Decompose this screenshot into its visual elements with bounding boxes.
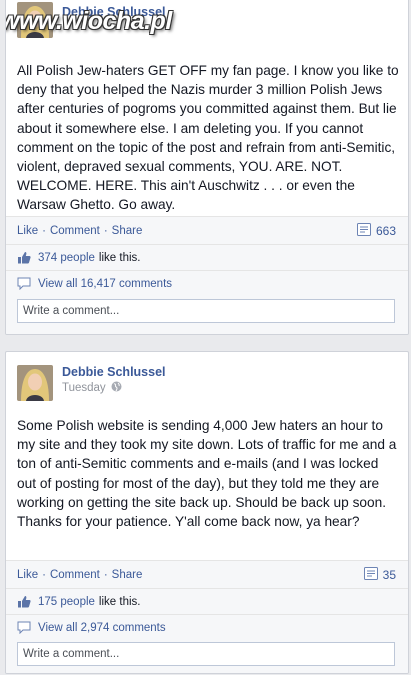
- likes-row: 374 people like this.: [6, 244, 408, 270]
- separator: ·: [42, 225, 46, 237]
- view-comments-row: View all 16,417 comments: [6, 270, 408, 296]
- comment-input[interactable]: Write a comment...: [17, 642, 395, 666]
- thumbs-up-icon: [17, 251, 33, 264]
- post-meta: Tuesday: [62, 381, 122, 395]
- separator: ·: [103, 225, 108, 237]
- thumbs-up-icon: [17, 595, 33, 608]
- post-footer: Like · Comment · Share 35 175 people lik…: [6, 560, 408, 673]
- share-icon: [363, 567, 378, 583]
- like-button[interactable]: Like: [17, 225, 38, 237]
- share-button[interactable]: Share: [112, 225, 143, 237]
- post-actions: Like · Comment · Share: [17, 225, 142, 237]
- post-author[interactable]: Debbie Schlussel: [62, 365, 166, 379]
- post-card: Debbie Schlussel Tuesday Some Polish web…: [5, 351, 409, 674]
- comment-input[interactable]: Write a comment...: [17, 299, 395, 323]
- share-count-value: 663: [375, 224, 396, 238]
- view-comments-row: View all 2,974 comments: [6, 614, 408, 640]
- comment-button[interactable]: Comment: [50, 569, 100, 581]
- globe-icon: [111, 381, 122, 395]
- post-card: Debbie Schlussel www.wiocha.pl All Polis…: [5, 0, 409, 335]
- view-all-comments-link[interactable]: View all 16,417 comments: [38, 278, 172, 290]
- watermark-logo: www.wiocha.pl: [5, 7, 172, 35]
- share-count[interactable]: 35: [363, 567, 396, 583]
- post-header: Debbie Schlussel Tuesday: [6, 352, 408, 407]
- share-icon: [356, 223, 371, 239]
- view-all-comments-link[interactable]: View all 2,974 comments: [38, 622, 166, 634]
- post-footer: Like · Comment · Share 663 374 people li…: [6, 216, 408, 334]
- likes-link[interactable]: 175 people: [38, 596, 95, 608]
- post-actions: Like · Comment · Share: [17, 569, 142, 581]
- post-text: All Polish Jew-haters GET OFF my fan pag…: [17, 63, 399, 213]
- separator: ·: [42, 569, 46, 581]
- likes-suffix: like this.: [98, 595, 141, 608]
- comment-button[interactable]: Comment: [50, 225, 100, 237]
- share-count[interactable]: 663: [356, 223, 396, 239]
- post-header: Debbie Schlussel www.wiocha.pl: [6, 0, 408, 53]
- likes-row: 175 people like this.: [6, 588, 408, 614]
- likes-suffix: like this.: [98, 251, 141, 264]
- likes-link[interactable]: 374 people: [38, 252, 95, 264]
- comment-bubble-icon: [17, 277, 33, 290]
- share-count-value: 35: [382, 568, 396, 582]
- post-text: Some Polish website is sending 4,000 Jew…: [17, 418, 397, 530]
- share-button[interactable]: Share: [112, 569, 143, 581]
- avatar[interactable]: [17, 365, 53, 401]
- comment-bubble-icon: [17, 621, 33, 634]
- separator: ·: [103, 569, 108, 581]
- like-button[interactable]: Like: [17, 569, 38, 581]
- post-timestamp[interactable]: Tuesday: [62, 382, 106, 394]
